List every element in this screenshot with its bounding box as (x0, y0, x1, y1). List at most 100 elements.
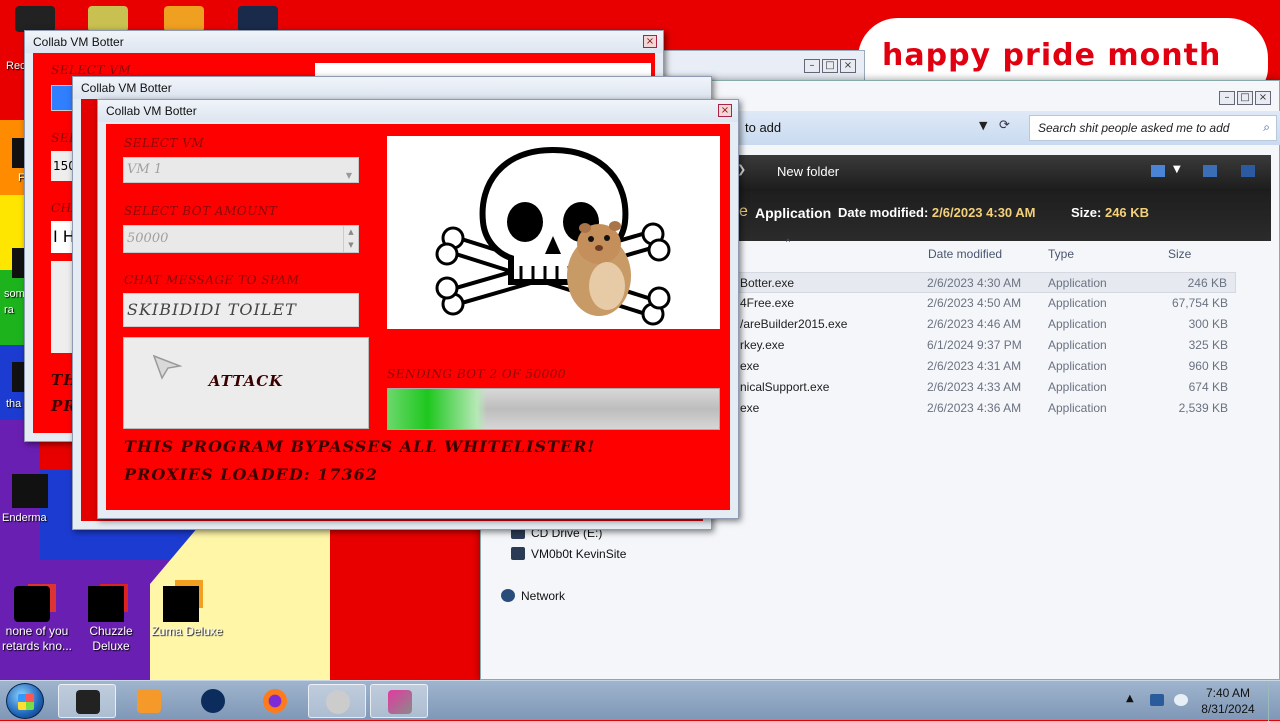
file-date: 2/6/2023 4:33 AM (927, 380, 1022, 394)
file-date: 2/6/2023 4:31 AM (927, 359, 1022, 373)
maximize-icon[interactable]: □ (1237, 91, 1253, 105)
minimize-icon[interactable]: – (1219, 91, 1235, 105)
file-name[interactable]: 4Free.exe (740, 296, 794, 310)
spin-down-icon[interactable]: ▼ (344, 239, 358, 252)
column-size[interactable]: Size (1168, 247, 1191, 261)
file-type: Application (1048, 276, 1107, 290)
select-vm-dropdown[interactable]: VM 1 ▼ (123, 157, 359, 183)
preview-pane-icon[interactable] (1203, 165, 1217, 177)
new-folder-button[interactable]: New folder (777, 164, 839, 179)
file-type: Application (1048, 338, 1107, 352)
zuma-icon[interactable] (163, 586, 199, 622)
spin-up-icon[interactable]: ▲ (344, 226, 358, 239)
file-row[interactable]: /areBuilder2015.exe 2/6/2023 4:46 AM App… (736, 314, 1236, 335)
view-icon[interactable] (1151, 165, 1165, 177)
show-desktop-button[interactable] (1268, 681, 1280, 721)
desktop-icon[interactable] (88, 6, 128, 32)
taskbar-app-browser[interactable] (184, 684, 242, 718)
window-title: Collab VM Botter (106, 104, 197, 118)
clock[interactable]: 7:40 AM 8/31/2024 (1190, 685, 1266, 717)
file-row[interactable]: nicalSupport.exe 2/6/2023 4:33 AM Applic… (736, 377, 1236, 398)
close-icon[interactable]: × (643, 35, 657, 48)
taskbar-app-firefox[interactable] (246, 684, 304, 718)
nav-item-label: Network (521, 589, 566, 603)
details-size: Size: 246 KB (1071, 205, 1150, 220)
volume-icon[interactable] (1174, 694, 1188, 706)
close-icon[interactable]: × (840, 59, 856, 73)
maximize-icon[interactable]: □ (822, 59, 838, 73)
search-placeholder: Search shit people asked me to add (1038, 121, 1230, 135)
file-name[interactable]: nicalSupport.exe (740, 380, 829, 394)
column-date[interactable]: Date modified (928, 247, 1002, 261)
desktop-icon-label[interactable]: Chuzzle Deluxe (84, 624, 138, 654)
file-size: 246 KB (1187, 276, 1227, 290)
desktop-icon[interactable] (14, 586, 50, 622)
file-name[interactable]: rkey.exe (740, 338, 784, 352)
titlebar[interactable]: Collab VM Botter × (25, 31, 663, 53)
window-title: Collab VM Botter (33, 35, 124, 49)
progress-bar (387, 388, 720, 430)
bot-amount-input[interactable]: 50000 ▲ ▼ (123, 225, 359, 253)
taskbar-app-media[interactable] (120, 684, 178, 718)
file-type: Application (1048, 380, 1107, 394)
file-name[interactable]: Botter.exe (740, 276, 794, 290)
file-size: 67,754 KB (1171, 296, 1228, 310)
file-row[interactable]: 4Free.exe 2/6/2023 4:50 AM Application 6… (736, 293, 1236, 314)
taskbar-app-paint[interactable] (370, 684, 428, 718)
file-size: 674 KB (1188, 380, 1228, 394)
file-row[interactable]: Botter.exe 2/6/2023 4:30 AM Application … (736, 272, 1236, 293)
column-type[interactable]: Type (1048, 247, 1074, 261)
paint-icon (388, 690, 412, 714)
file-name[interactable]: exe (740, 359, 759, 373)
desktop-icon[interactable] (15, 6, 55, 32)
chuzzle-icon[interactable] (88, 586, 124, 622)
close-icon[interactable]: × (718, 104, 732, 117)
help-icon[interactable] (1241, 165, 1255, 177)
nav-item-network[interactable]: Network (501, 588, 616, 609)
refresh-icon[interactable]: ⟳ (999, 118, 1010, 133)
desktop-label: som ra (4, 288, 25, 316)
number-spinner[interactable]: ▲ ▼ (343, 226, 358, 252)
desktop-icon-label[interactable]: none of you retards kno... (0, 624, 74, 654)
file-name[interactable]: /areBuilder2015.exe (740, 317, 847, 331)
select-vm-dropdown[interactable] (51, 85, 73, 111)
file-row[interactable]: exe 2/6/2023 4:36 AM Application 2,539 K… (736, 398, 1236, 419)
desktop-label: Enderma (2, 512, 47, 524)
navigation-pane: CD Drive (E:) VM0b0t KevinSite Network (501, 525, 626, 609)
file-size: 325 KB (1188, 338, 1228, 352)
bot-amount-value: 50000 (127, 231, 169, 246)
skull-icon (326, 690, 350, 714)
file-name[interactable]: exe (740, 401, 759, 415)
search-icon[interactable]: ⌕ (1263, 120, 1270, 135)
close-icon[interactable]: × (1255, 91, 1271, 105)
desktop-label: Rec (6, 60, 26, 72)
attack-button[interactable]: ATTACK (123, 337, 369, 429)
network-tray-icon[interactable] (1150, 694, 1164, 706)
start-button[interactable] (6, 683, 44, 719)
select-vm-label: SELECT VM (124, 136, 205, 150)
desktop-icon[interactable] (12, 474, 48, 508)
firefox-icon (263, 689, 287, 713)
taskbar-app-explorer[interactable] (58, 684, 116, 718)
address-path[interactable]: to add (745, 120, 781, 135)
file-row[interactable]: rkey.exe 6/1/2024 9:37 PM Application 32… (736, 335, 1236, 356)
nav-item-network-drive[interactable]: VM0b0t KevinSite (511, 546, 626, 567)
taskbar-app-botter[interactable] (308, 684, 366, 718)
botter-client: SELECT VM VM 1 ▼ SELECT BOT AMOUNT 50000… (106, 124, 730, 510)
minimize-icon[interactable]: – (804, 59, 820, 73)
skull-crossbones-icon (435, 146, 671, 326)
titlebar[interactable]: Collab VM Botter (73, 77, 711, 99)
file-row[interactable]: exe 2/6/2023 4:31 AM Application 960 KB (736, 356, 1236, 377)
chevron-down-icon[interactable]: ▼ (979, 119, 987, 132)
show-hidden-icons[interactable]: ▲ (1126, 693, 1134, 704)
desktop-icon[interactable] (164, 6, 204, 32)
chat-message-input[interactable]: SKIBIDIDI TOILET (123, 293, 359, 327)
chevron-down-icon[interactable]: ▼ (1173, 164, 1181, 175)
desktop-icon-label[interactable]: Zuma Deluxe (150, 624, 224, 639)
search-input[interactable]: Search shit people asked me to add ⌕ (1029, 115, 1277, 141)
titlebar[interactable]: Collab VM Botter × (98, 100, 738, 122)
botter-window[interactable]: Collab VM Botter × SELECT VM VM 1 ▼ SELE… (97, 99, 739, 519)
clock-date: 8/31/2024 (1201, 702, 1255, 716)
desktop-icon[interactable] (238, 6, 278, 32)
network-drive-icon (511, 547, 525, 560)
